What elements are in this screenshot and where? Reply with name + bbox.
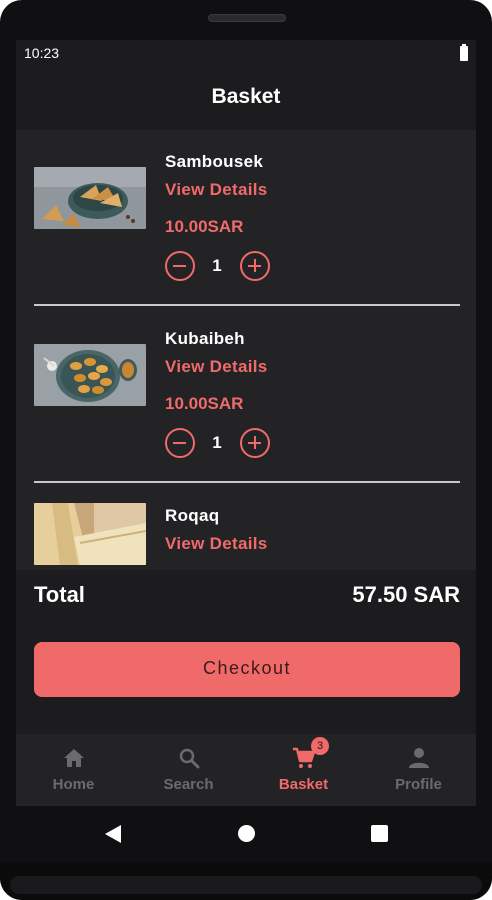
basket-item: Sambousek View Details 10.00SAR 1 (16, 130, 476, 308)
basket-item: Roqaq View Details (16, 486, 476, 570)
status-bar: 10:23 (16, 40, 476, 68)
item-price: 10.00SAR (165, 217, 244, 236)
view-details-link[interactable]: View Details (165, 180, 268, 200)
view-details-link[interactable]: View Details (165, 357, 268, 377)
cart-count-badge: 3 (311, 737, 329, 755)
checkout-button[interactable]: Checkout (34, 642, 460, 697)
basket-list[interactable]: Sambousek View Details 10.00SAR 1 Kubaib… (16, 130, 476, 570)
home-icon (64, 749, 84, 767)
item-image[interactable] (34, 167, 146, 229)
app-screen: 10:23 Basket Sambousek View Details 10.0… (16, 40, 476, 862)
basket-item: Kubaibeh View Details 10.00SAR 1 (16, 308, 476, 486)
phone-bottom-bezel (0, 862, 492, 900)
item-price: 10.00SAR (165, 394, 244, 413)
speaker-grille (208, 14, 286, 22)
tab-label: Basket (278, 776, 329, 793)
tab-label: Home (52, 776, 95, 793)
system-nav-bar (16, 806, 476, 862)
person-icon (409, 748, 429, 768)
tab-profile[interactable]: Profile (361, 734, 476, 806)
tab-label: Profile (395, 776, 442, 793)
recents-icon[interactable] (371, 825, 388, 842)
item-name: Kubaibeh (165, 329, 245, 348)
total-label: Total (34, 582, 85, 607)
bottom-tab-bar: Home Search 3 Basket Profile (16, 734, 476, 806)
item-image[interactable] (34, 503, 146, 565)
quantity-value: 1 (212, 433, 222, 452)
increase-quantity-button[interactable] (240, 428, 270, 458)
back-icon[interactable] (104, 824, 122, 844)
view-details-link[interactable]: View Details (165, 534, 268, 554)
item-name: Roqaq (165, 506, 220, 525)
item-image[interactable] (34, 344, 146, 406)
battery-icon (460, 44, 468, 61)
phone-frame: 10:23 Basket Sambousek View Details 10.0… (0, 0, 492, 900)
total-value: 57.50 SAR (352, 582, 460, 607)
quantity-value: 1 (212, 256, 222, 275)
tab-label: Search (163, 776, 214, 793)
minus-icon (173, 441, 186, 444)
decrease-quantity-button[interactable] (165, 251, 195, 281)
home-nav-icon[interactable] (238, 825, 255, 842)
page-title: Basket (211, 85, 281, 108)
decrease-quantity-button[interactable] (165, 428, 195, 458)
search-icon (179, 748, 200, 769)
increase-quantity-button[interactable] (240, 251, 270, 281)
tab-basket[interactable]: 3 Basket (246, 734, 361, 806)
item-divider (34, 304, 460, 306)
item-divider (34, 481, 460, 483)
app-header: Basket (16, 68, 476, 130)
tab-search[interactable]: Search (131, 734, 246, 806)
status-time: 10:23 (24, 45, 60, 61)
minus-icon (173, 264, 186, 267)
tab-home[interactable]: Home (16, 734, 131, 806)
item-name: Sambousek (165, 152, 264, 171)
checkout-label: Checkout (202, 658, 292, 678)
